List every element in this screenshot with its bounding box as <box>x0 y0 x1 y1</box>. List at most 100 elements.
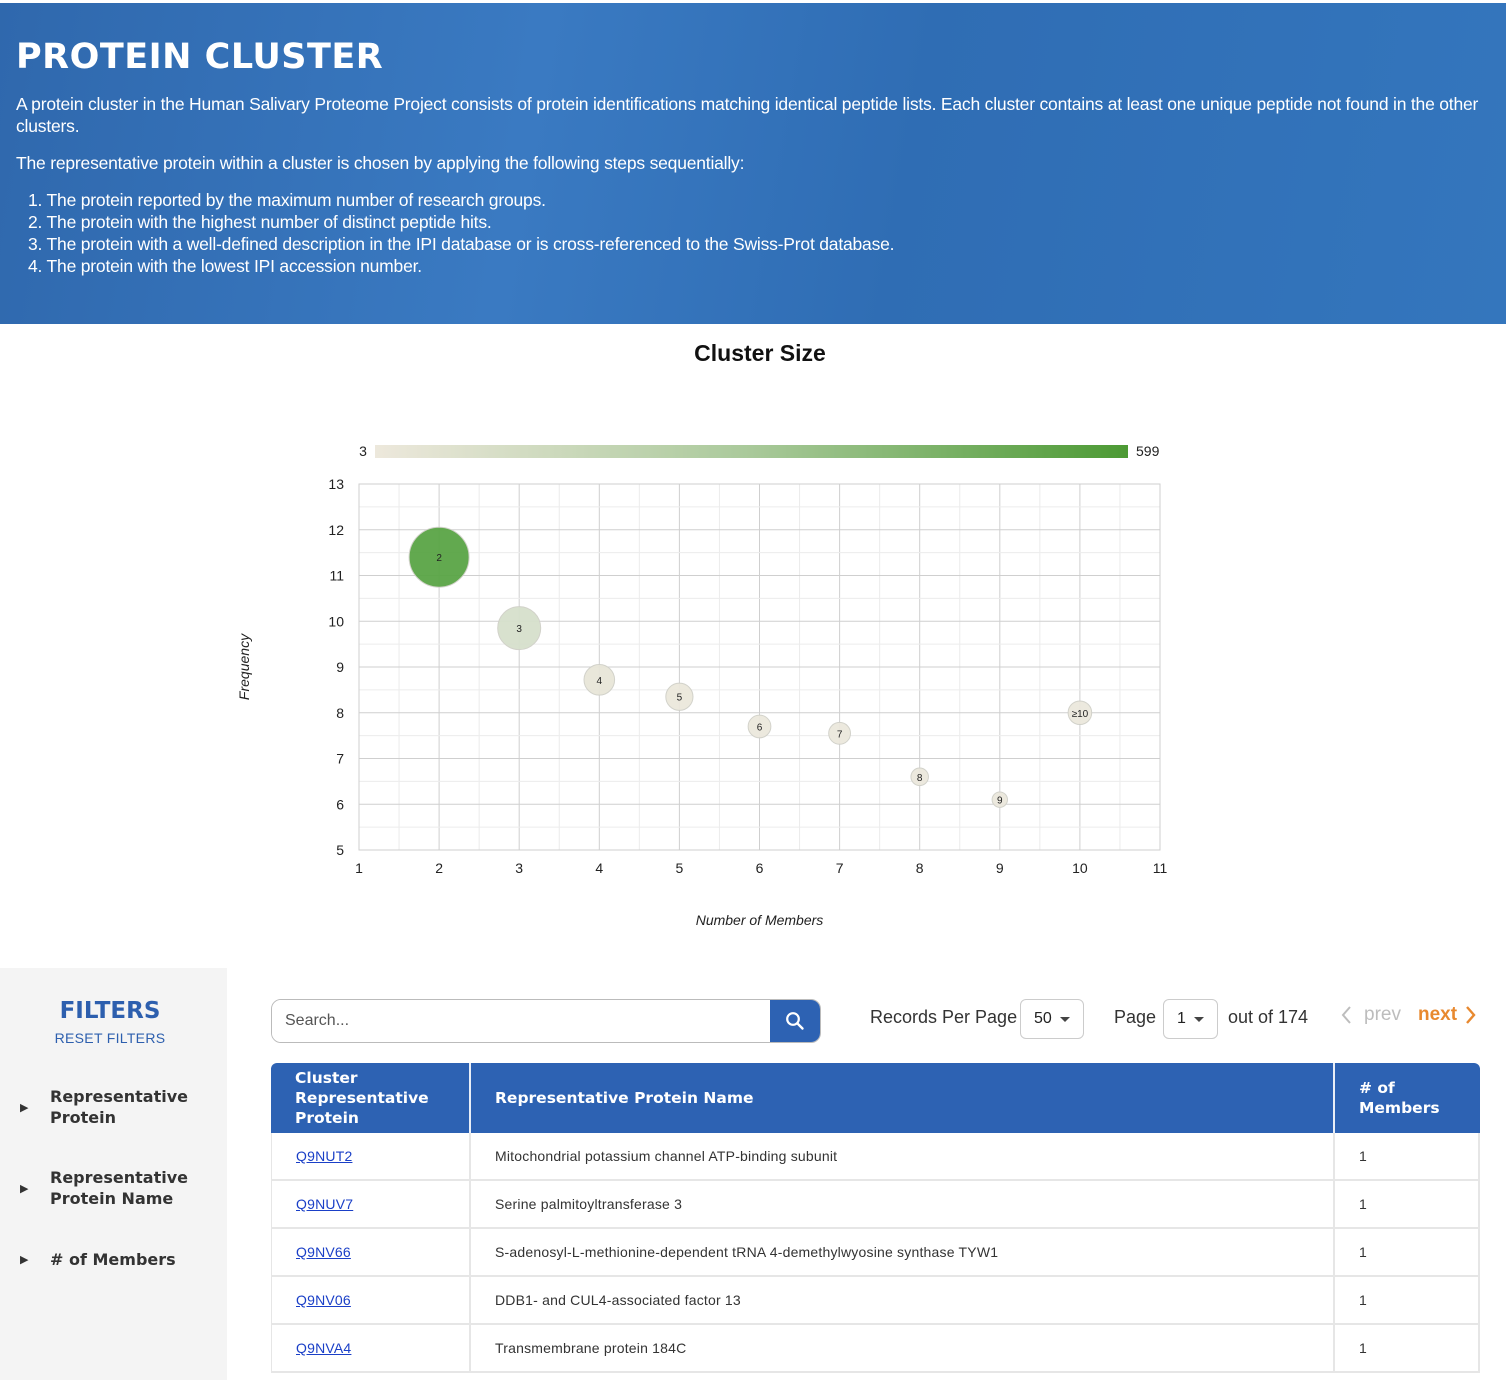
search-input[interactable] <box>272 1000 770 1042</box>
colorbar <box>375 445 1128 458</box>
records-per-page-select[interactable]: 50 <box>1020 999 1084 1039</box>
chevron-left-icon <box>1341 1006 1351 1024</box>
x-tick-label: 5 <box>676 860 684 876</box>
bubble-label: 8 <box>917 773 923 784</box>
filters-title: FILTERS <box>59 998 161 1024</box>
column-header-protein-name[interactable]: Representative Protein Name <box>471 1063 1335 1133</box>
x-tick-label: 9 <box>996 860 1004 876</box>
bubble-label: ≥10 <box>1072 709 1089 720</box>
protein-id-link[interactable]: Q9NVA4 <box>271 1325 471 1371</box>
page-title: PROTEIN CLUSTER <box>16 37 384 77</box>
table-header: Cluster Representative Protein Represent… <box>271 1063 1480 1133</box>
filter-num-members[interactable]: ▶ # of Members <box>20 1249 220 1270</box>
bubble-label: 6 <box>757 722 763 733</box>
intro-paragraph: A protein cluster in the Human Salivary … <box>16 94 1479 136</box>
x-tick-label: 2 <box>435 860 443 876</box>
bubble-label: 7 <box>837 729 843 740</box>
y-tick-label: 12 <box>328 522 344 538</box>
selection-steps: 1. The protein reported by the maximum n… <box>16 189 1490 277</box>
y-tick-label: 5 <box>336 842 344 858</box>
y-tick-label: 10 <box>328 613 344 629</box>
y-tick-label: 6 <box>336 796 344 812</box>
filter-label: Representative Protein Name <box>50 1168 188 1208</box>
x-tick-label: 3 <box>515 860 523 876</box>
table-row: Q9NUV7 Serine palmitoyltransferase 3 1 <box>271 1181 1480 1229</box>
reset-filters-link[interactable]: RESET FILTERS <box>0 1030 220 1046</box>
column-header-num-members[interactable]: # of Members <box>1335 1063 1480 1133</box>
members-cell: 1 <box>1335 1181 1480 1227</box>
search-button[interactable] <box>770 1000 820 1042</box>
x-tick-label: 11 <box>1153 860 1168 876</box>
protein-id-link[interactable]: Q9NUT2 <box>271 1133 471 1179</box>
x-tick-label: 6 <box>756 860 764 876</box>
members-cell: 1 <box>1335 1325 1480 1371</box>
members-cell: 1 <box>1335 1277 1480 1323</box>
colorbar-max-label: 599 <box>1136 443 1160 459</box>
protein-name-cell: Transmembrane protein 184C <box>471 1325 1335 1371</box>
x-tick-label: 8 <box>916 860 924 876</box>
table-row: Q9NUT2 Mitochondrial potassium channel A… <box>271 1133 1480 1181</box>
step-item: 3. The protein with a well-defined descr… <box>28 234 895 254</box>
dropdown-caret-icon <box>1060 1017 1070 1022</box>
cluster-table: Cluster Representative Protein Represent… <box>271 1063 1480 1373</box>
protein-name-cell: S-adenosyl-L-methionine-dependent tRNA 4… <box>471 1229 1335 1275</box>
filter-label: Representative Protein <box>50 1087 188 1127</box>
y-tick-label: 7 <box>336 751 344 767</box>
expand-triangle-icon: ▶ <box>20 1182 29 1195</box>
next-page-link[interactable]: next <box>1418 1004 1477 1026</box>
chevron-right-icon <box>1466 1006 1476 1024</box>
bubble-label: 2 <box>436 553 442 564</box>
bubble-label: 9 <box>997 796 1003 807</box>
dropdown-caret-icon <box>1194 1017 1204 1022</box>
filters-sidebar: FILTERS RESET FILTERS ▶ Representative P… <box>0 968 227 1380</box>
filter-representative-protein-name[interactable]: ▶ Representative Protein Name <box>20 1167 220 1209</box>
protein-id-link[interactable]: Q9NUV7 <box>271 1181 471 1227</box>
y-tick-label: 9 <box>336 659 344 675</box>
bubble-label: 4 <box>597 676 603 687</box>
colorbar-min-label: 3 <box>359 443 367 459</box>
protein-name-cell: Mitochondrial potassium channel ATP-bind… <box>471 1133 1335 1179</box>
members-cell: 1 <box>1335 1229 1480 1275</box>
filter-representative-protein[interactable]: ▶ Representative Protein <box>20 1086 220 1128</box>
selection-paragraph: The representative protein within a clus… <box>16 153 745 173</box>
members-cell: 1 <box>1335 1133 1480 1179</box>
protein-id-link[interactable]: Q9NV06 <box>271 1277 471 1323</box>
y-tick-label: 11 <box>329 568 344 584</box>
x-tick-label: 10 <box>1072 860 1088 876</box>
table-row: Q9NV06 DDB1- and CUL4-associated factor … <box>271 1277 1480 1325</box>
y-axis-label: Frequency <box>236 633 252 700</box>
step-item: 1. The protein reported by the maximum n… <box>28 190 546 210</box>
protein-id-link[interactable]: Q9NV66 <box>271 1229 471 1275</box>
x-tick-label: 4 <box>595 860 603 876</box>
records-per-page-value: 50 <box>1034 1010 1052 1027</box>
table-row: Q9NVA4 Transmembrane protein 184C 1 <box>271 1325 1480 1373</box>
bubble-label: 5 <box>677 693 683 704</box>
table-row: Q9NV66 S-adenosyl-L-methionine-dependent… <box>271 1229 1480 1277</box>
step-item: 2. The protein with the highest number o… <box>28 212 492 232</box>
expand-triangle-icon: ▶ <box>20 1101 29 1114</box>
records-per-page-label: Records Per Page <box>870 1007 1018 1027</box>
search-box <box>271 999 821 1043</box>
page-label: Page <box>1114 1007 1157 1027</box>
filter-label: # of Members <box>50 1250 176 1269</box>
cluster-size-chart: 3 5991 2 3 4 5 6 7 8 9 10 115678910111213Number of … <box>236 443 1168 928</box>
protein-name-cell: DDB1- and CUL4-associated factor 13 <box>471 1277 1335 1323</box>
bubble-label: 3 <box>516 624 522 635</box>
page-header: PROTEIN CLUSTER A protein cluster in the… <box>0 0 1506 324</box>
chart-title: Cluster Size <box>694 340 826 366</box>
search-icon <box>786 1012 804 1030</box>
page-value: 1 <box>1177 1010 1186 1027</box>
x-tick-label: 1 <box>355 860 363 876</box>
page-count-label: out of 174 <box>1228 1007 1309 1027</box>
protein-name-cell: Serine palmitoyltransferase 3 <box>471 1181 1335 1227</box>
prev-label: prev <box>1364 1004 1401 1025</box>
x-tick-label: 7 <box>836 860 844 876</box>
step-item: 4. The protein with the lowest IPI acces… <box>28 256 422 276</box>
expand-triangle-icon: ▶ <box>20 1254 29 1266</box>
page-select[interactable]: 1 <box>1163 999 1218 1039</box>
column-header-representative-protein[interactable]: Cluster Representative Protein <box>271 1063 471 1133</box>
y-tick-label: 13 <box>328 476 344 492</box>
prev-page-link[interactable]: prev <box>1340 1004 1401 1026</box>
y-tick-label: 8 <box>336 705 344 721</box>
next-label: next <box>1418 1004 1458 1025</box>
